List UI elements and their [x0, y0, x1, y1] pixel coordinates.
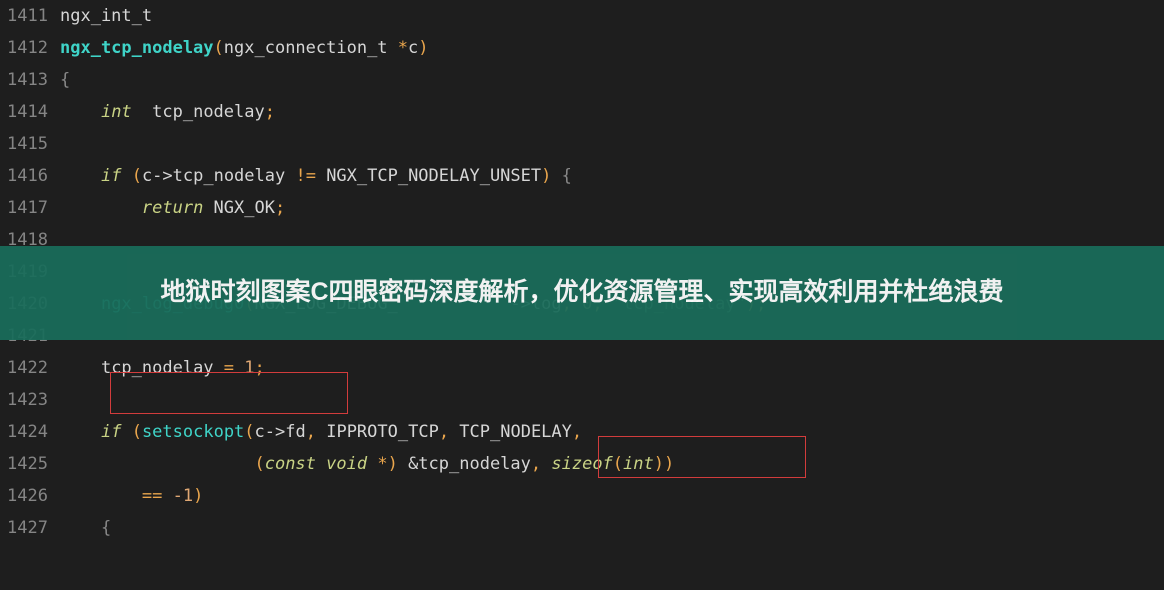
- code-line[interactable]: 1425 (const void *) &tcp_nodelay, sizeof…: [0, 448, 1164, 480]
- code-content: if (setsockopt(c->fd, IPPROTO_TCP, TCP_N…: [60, 416, 1164, 448]
- line-number: 1418: [0, 224, 60, 256]
- line-number: 1414: [0, 96, 60, 128]
- line-number: 1421: [0, 320, 60, 352]
- line-number: 1415: [0, 128, 60, 160]
- line-number: 1424: [0, 416, 60, 448]
- code-line[interactable]: 1427 {: [0, 512, 1164, 544]
- line-number: 1425: [0, 448, 60, 480]
- line-number: 1416: [0, 160, 60, 192]
- code-content: == -1): [60, 480, 1164, 512]
- code-content: [60, 256, 1164, 288]
- code-content: tcp_nodelay = 1;: [60, 352, 1164, 384]
- code-content: {: [60, 64, 1164, 96]
- code-content: {: [60, 512, 1164, 544]
- code-content: ngx_log_debug0(NGX_LOG_DEBUG_ ->log, 0, …: [60, 288, 1164, 320]
- code-line[interactable]: 1421: [0, 320, 1164, 352]
- code-line[interactable]: 1412 ngx_tcp_nodelay(ngx_connection_t *c…: [0, 32, 1164, 64]
- code-line[interactable]: 1413 {: [0, 64, 1164, 96]
- code-line[interactable]: 1419: [0, 256, 1164, 288]
- code-line[interactable]: 1414 int tcp_nodelay;: [0, 96, 1164, 128]
- code-content: int tcp_nodelay;: [60, 96, 1164, 128]
- code-line[interactable]: 1417 return NGX_OK;: [0, 192, 1164, 224]
- code-line[interactable]: 1423: [0, 384, 1164, 416]
- line-number: 1413: [0, 64, 60, 96]
- code-content: ngx_tcp_nodelay(ngx_connection_t *c): [60, 32, 1164, 64]
- code-content: [60, 128, 1164, 160]
- code-line[interactable]: 1415: [0, 128, 1164, 160]
- code-content: if (c->tcp_nodelay != NGX_TCP_NODELAY_UN…: [60, 160, 1164, 192]
- line-number: 1422: [0, 352, 60, 384]
- line-number: 1417: [0, 192, 60, 224]
- code-line[interactable]: 1426 == -1): [0, 480, 1164, 512]
- code-line[interactable]: 1416 if (c->tcp_nodelay != NGX_TCP_NODEL…: [0, 160, 1164, 192]
- line-number: 1411: [0, 0, 60, 32]
- code-line[interactable]: 1422 tcp_nodelay = 1;: [0, 352, 1164, 384]
- code-line[interactable]: 1420 ngx_log_debug0(NGX_LOG_DEBUG_ ->log…: [0, 288, 1164, 320]
- code-content: [60, 224, 1164, 256]
- line-number: 1420: [0, 288, 60, 320]
- code-content: ngx_int_t: [60, 0, 1164, 32]
- line-number: 1427: [0, 512, 60, 544]
- code-line[interactable]: 1411 ngx_int_t: [0, 0, 1164, 32]
- code-line[interactable]: 1424 if (setsockopt(c->fd, IPPROTO_TCP, …: [0, 416, 1164, 448]
- code-content: return NGX_OK;: [60, 192, 1164, 224]
- code-editor[interactable]: 1411 ngx_int_t 1412 ngx_tcp_nodelay(ngx_…: [0, 0, 1164, 544]
- code-line[interactable]: 1418: [0, 224, 1164, 256]
- line-number: 1423: [0, 384, 60, 416]
- line-number: 1412: [0, 32, 60, 64]
- code-content: [60, 384, 1164, 416]
- code-content: (const void *) &tcp_nodelay, sizeof(int)…: [60, 448, 1164, 480]
- code-content: [60, 320, 1164, 352]
- line-number: 1426: [0, 480, 60, 512]
- line-number: 1419: [0, 256, 60, 288]
